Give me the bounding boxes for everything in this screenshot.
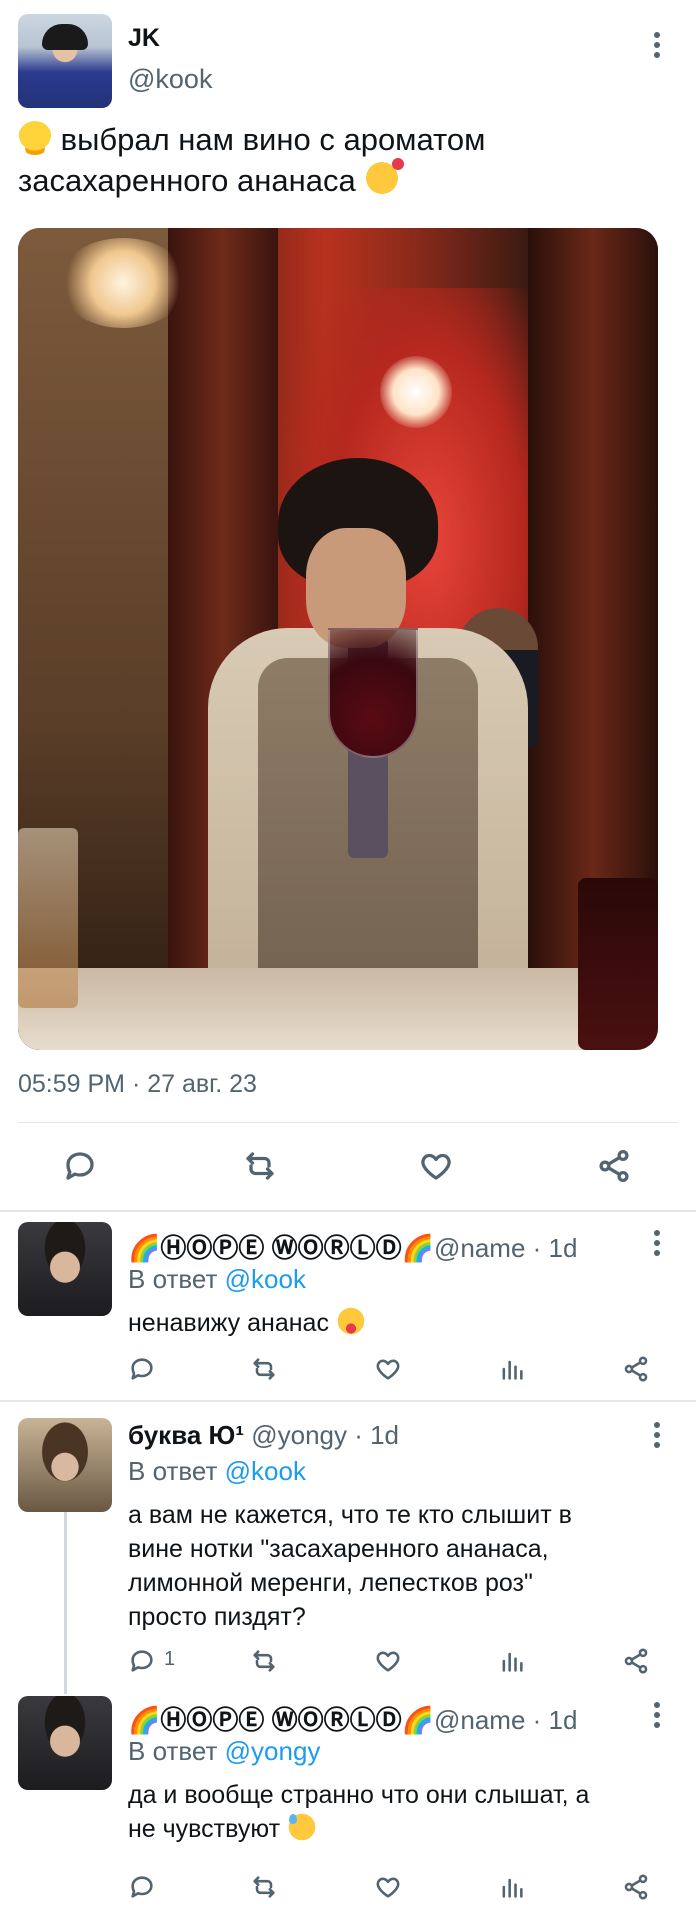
more-options-icon[interactable] [652, 1230, 662, 1260]
main-tweet: JK @kook выбрал нам вино с ароматом заса… [0, 0, 696, 1210]
reply-tweet[interactable]: 🌈ⒽⓄⓅⒺ ⓌⓄⓇⓁⒹ🌈@name · 1d В ответ @yongy да… [0, 1690, 696, 1920]
like-icon[interactable] [374, 1352, 408, 1386]
reply-header: 🌈ⒽⓄⓅⒺ ⓌⓄⓇⓁⒹ🌈@name · 1d [128, 1700, 577, 1737]
display-name[interactable]: 🌈ⒽⓄⓅⒺ ⓌⓄⓇⓁⒹ🌈 [128, 1705, 434, 1735]
handle[interactable]: @kook [128, 64, 212, 95]
reply-header: 🌈ⒽⓄⓅⒺ ⓌⓄⓇⓁⒹ🌈@name · 1d [128, 1228, 577, 1265]
more-options-icon[interactable] [652, 1702, 662, 1732]
tweet-text: выбрал нам вино с ароматом засахаренного… [18, 120, 658, 201]
reply-text-line: вине нотки "засахаренного ананаса, [128, 1535, 549, 1563]
reply-text: да и вообще странно что они слышат, а не… [128, 1778, 668, 1846]
replying-to: В ответ @kook [128, 1264, 306, 1295]
mention-link[interactable]: @yongy [225, 1736, 321, 1766]
tweet-photo[interactable] [18, 228, 658, 1050]
display-name[interactable]: 🌈ⒽⓄⓅⒺ ⓌⓄⓇⓁⒹ🌈 [128, 1233, 434, 1263]
analytics-icon[interactable] [498, 1644, 532, 1678]
mention-link[interactable]: @kook [225, 1264, 306, 1294]
avatar[interactable] [18, 1696, 112, 1790]
reply-text-line: а вам не кажется, что те кто слышит в [128, 1501, 572, 1529]
display-name[interactable]: JK [128, 24, 160, 53]
avatar[interactable] [18, 14, 112, 108]
grinning-face-with-sweat-emoji [286, 1812, 317, 1842]
reply-header: буква Ю¹ @yongy · 1d [128, 1420, 399, 1451]
reply-text: ненавижу ананас [128, 1306, 668, 1340]
reply-icon[interactable] [58, 1144, 102, 1188]
retweet-icon[interactable] [238, 1144, 282, 1188]
share-icon[interactable] [592, 1144, 636, 1188]
more-options-icon[interactable] [652, 32, 662, 62]
avatar[interactable] [18, 1418, 112, 1512]
handle-time: @yongy · 1d [251, 1420, 400, 1450]
reply-text-line: да и вообще странно что они слышат, а [128, 1781, 590, 1809]
reply-text-line: просто пиздят? [128, 1603, 306, 1631]
mention-link[interactable]: @kook [225, 1456, 306, 1486]
share-icon[interactable] [622, 1352, 656, 1386]
retweet-icon[interactable] [250, 1644, 284, 1678]
replying-to: В ответ @yongy [128, 1736, 320, 1767]
divider [18, 1122, 678, 1123]
smiling-face-with-hearts-emoji [364, 158, 405, 196]
retweet-icon[interactable] [250, 1870, 284, 1904]
replying-to-label: В ответ [128, 1736, 225, 1766]
avatar[interactable] [18, 1222, 112, 1316]
reply-tweet[interactable]: 🌈ⒽⓄⓅⒺ ⓌⓄⓇⓁⒹ🌈@name · 1d В ответ @kook нен… [0, 1212, 696, 1400]
replying-to-label: В ответ [128, 1456, 225, 1486]
squinting-face-with-tongue-emoji [335, 1306, 366, 1336]
handle-time: @name · 1d [433, 1705, 578, 1735]
chick-emoji [18, 121, 52, 155]
tweet-text-line: засахаренного ананаса [18, 163, 365, 198]
replying-to: В ответ @kook [128, 1456, 306, 1487]
like-icon[interactable] [414, 1144, 458, 1188]
reply-text-line: не чувствуют [128, 1815, 287, 1843]
more-options-icon[interactable] [652, 1422, 662, 1452]
display-name[interactable]: буква Ю¹ [128, 1420, 244, 1450]
reply-text-line: лимонной меренги, лепестков роз" [128, 1569, 533, 1597]
like-icon[interactable] [374, 1870, 408, 1904]
like-icon[interactable] [374, 1644, 408, 1678]
analytics-icon[interactable] [498, 1870, 532, 1904]
reply-icon[interactable] [128, 1870, 162, 1904]
share-icon[interactable] [622, 1870, 656, 1904]
analytics-icon[interactable] [498, 1352, 532, 1386]
tweet-text-line: выбрал нам вино с ароматом [52, 122, 486, 157]
reply-text-line: ненавижу ананас [128, 1309, 336, 1337]
reply-icon[interactable] [128, 1644, 162, 1678]
reply-icon[interactable] [128, 1352, 162, 1386]
handle-time: @name · 1d [433, 1233, 578, 1263]
retweet-icon[interactable] [250, 1352, 284, 1386]
reply-tweet[interactable]: буква Ю¹ @yongy · 1d В ответ @kook а вам… [0, 1404, 696, 1684]
share-icon[interactable] [622, 1644, 656, 1678]
reply-count: 1 [164, 1648, 176, 1670]
divider [0, 1400, 696, 1402]
timestamp[interactable]: 05:59 PM · 27 авг. 23 [18, 1070, 257, 1099]
replying-to-label: В ответ [128, 1264, 225, 1294]
reply-text: а вам не кажется, что те кто слышит в ви… [128, 1498, 668, 1634]
